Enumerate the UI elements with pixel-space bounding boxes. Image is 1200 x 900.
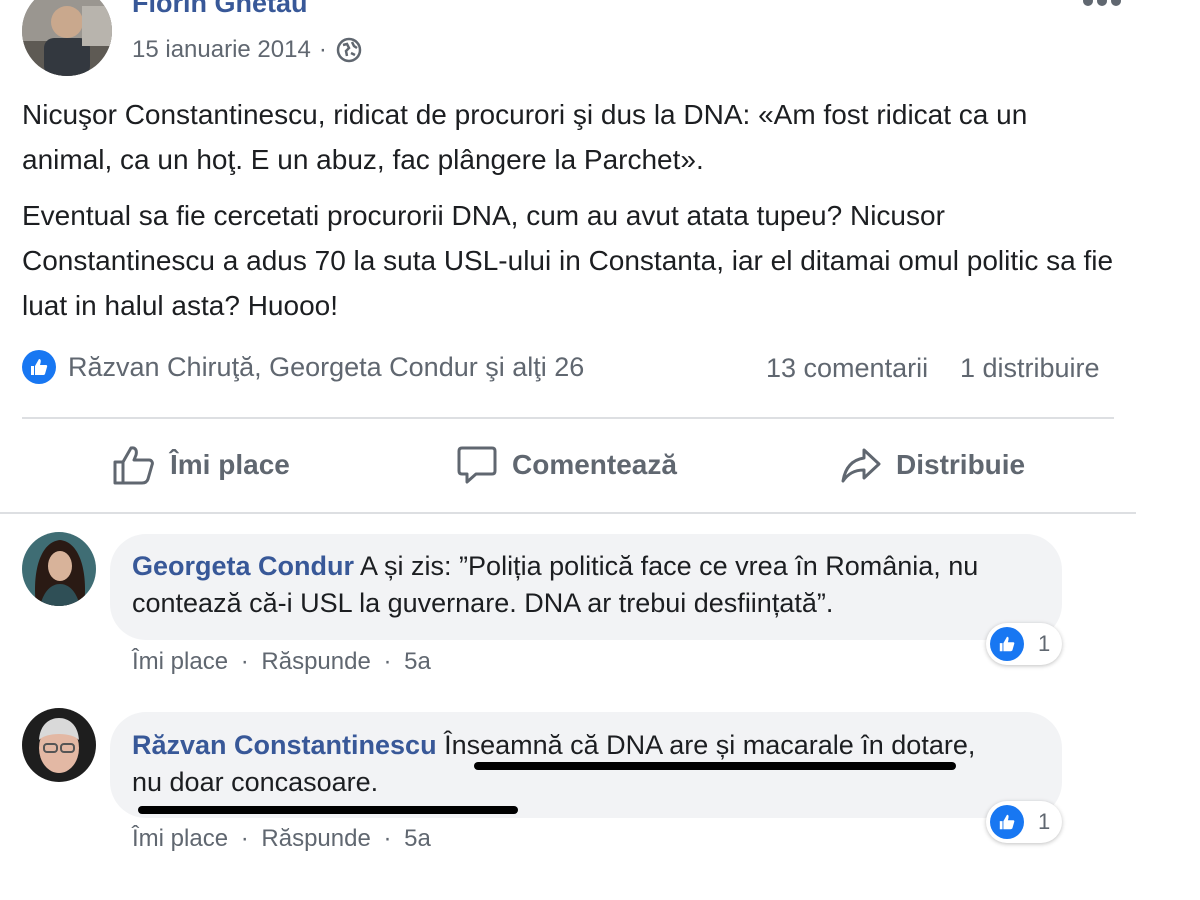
comment-like-link[interactable]: Îmi place [132, 825, 228, 852]
post-paragraph-1: Nicuşor Constantinescu, ridicat de procu… [22, 99, 1028, 175]
commenter-avatar[interactable] [22, 708, 96, 782]
meta-separator: · [383, 648, 392, 675]
comment-time[interactable]: 5a [404, 825, 431, 852]
like-reaction-icon [22, 350, 56, 384]
comment-reply-link[interactable]: Răspunde [261, 825, 370, 852]
comments-count[interactable]: 13 comentarii [766, 353, 928, 384]
comment-bubble-icon [456, 444, 512, 486]
comment-button[interactable]: Comentează [456, 444, 677, 486]
reactions-text: Răzvan Chiruţă, Georgeta Condur şi alţi … [68, 351, 585, 382]
share-arrow-icon [840, 444, 896, 486]
reactions-summary[interactable]: Răzvan Chiruţă, Georgeta Condur şi alţi … [22, 350, 584, 384]
like-count: 1 [1038, 809, 1051, 834]
divider-top [22, 417, 1114, 419]
post-paragraph-2: Eventual sa fie cercetati procurorii DNA… [22, 200, 1114, 321]
comment-like-link[interactable]: Îmi place [132, 648, 228, 675]
thumbs-up-icon [112, 444, 170, 486]
commenter-avatar[interactable] [22, 532, 96, 606]
share-button[interactable]: Distribuie [840, 444, 1025, 486]
meta-separator: · [383, 825, 392, 852]
like-count: 1 [1038, 631, 1051, 656]
comment-author[interactable]: Răzvan Constantinescu [132, 730, 437, 760]
comment-time[interactable]: 5a [404, 648, 431, 675]
comment-like-count[interactable]: 1 [986, 801, 1063, 843]
comment-label: Comentează [512, 449, 677, 480]
meta-separator: · [240, 825, 249, 852]
like-reaction-icon [990, 805, 1024, 839]
shares-count[interactable]: 1 distribuire [960, 353, 1100, 384]
like-label: Îmi place [170, 449, 290, 480]
handdrawn-underline [474, 762, 956, 770]
date-separator: · [318, 36, 327, 63]
comment-actions: Îmi place · Răspunde · 5a [132, 825, 431, 853]
share-label: Distribuie [896, 449, 1026, 480]
globe-icon [335, 36, 363, 64]
comment-reply-link[interactable]: Răspunde [261, 648, 370, 675]
divider-bottom [0, 512, 1136, 514]
like-button[interactable]: Îmi place [112, 444, 290, 486]
more-options-icon[interactable] [1082, 0, 1122, 10]
comment-body: Georgeta Condur A și zis: ”Poliția polit… [132, 548, 1042, 622]
author-avatar[interactable] [22, 0, 112, 76]
post-date-row: 15 ianuarie 2014 · [132, 36, 363, 64]
like-reaction-icon [990, 627, 1024, 661]
comment-actions: Îmi place · Răspunde · 5a [132, 648, 431, 676]
handdrawn-underline [138, 806, 518, 814]
comment-like-count[interactable]: 1 [986, 623, 1063, 665]
author-name[interactable]: Florin Ghetau [132, 0, 308, 19]
comment-author[interactable]: Georgeta Condur [132, 551, 354, 581]
post-date[interactable]: 15 ianuarie 2014 [132, 36, 311, 64]
meta-separator: · [240, 648, 249, 675]
